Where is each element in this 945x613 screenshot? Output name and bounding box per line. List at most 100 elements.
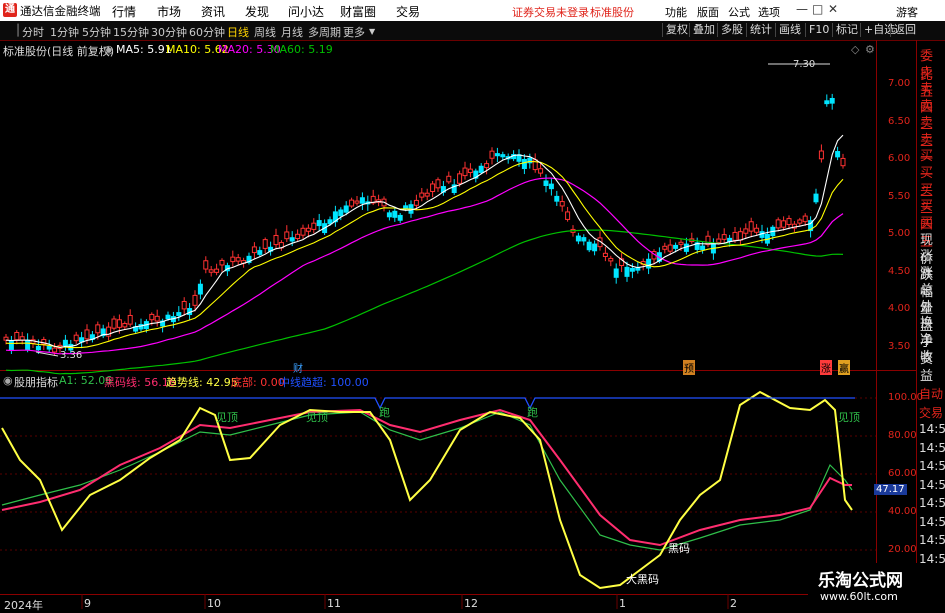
menu-item-faxian[interactable]: 发现: [245, 3, 269, 20]
sub-green-line: [1, 411, 853, 551]
candle-body: [467, 168, 473, 174]
candle-body: [35, 345, 41, 351]
minimize-button[interactable]: —: [796, 2, 808, 16]
candle-body: [754, 227, 760, 233]
candle-body: [181, 300, 187, 310]
price-high-mark: 7.30: [793, 59, 816, 70]
candle-body: [251, 246, 257, 254]
menu-item-gongshi[interactable]: 公式: [728, 4, 750, 20]
mark-jianding-1: 见顶: [216, 411, 238, 424]
candle-body: [192, 294, 198, 306]
candle-body: [484, 163, 490, 169]
candle-body: [46, 345, 52, 350]
candle-body: [667, 244, 673, 252]
candle-body: [165, 314, 171, 320]
gear-icon[interactable]: ⚙: [865, 43, 875, 56]
candle-body: [122, 323, 128, 328]
menu-bar: 通 通达信金融终端 行情 市场 资讯 发现 问小达 财富圈 交易 证券交易未登录…: [0, 0, 945, 22]
price-tick-650: 6.50: [888, 116, 911, 127]
quote-panel-time: 14:56: [919, 496, 945, 510]
toolbar-collapse-icon[interactable]: ▕: [10, 24, 18, 37]
tongji-button[interactable]: 统计: [746, 23, 775, 37]
ma20-line: [5, 177, 844, 355]
candle-body: [559, 201, 565, 207]
indicator-bottom: 底部: 0.00: [231, 376, 285, 389]
price-tick-700: 7.00: [888, 78, 911, 89]
menu-item-hangqing[interactable]: 行情: [112, 3, 136, 20]
watermark-title: 乐淘公式网: [818, 571, 903, 591]
status-stock: 标准股份: [590, 6, 634, 19]
menu-item-banmian[interactable]: 版面: [697, 4, 719, 20]
candle-body: [25, 339, 31, 351]
candle-body: [52, 347, 58, 353]
f10-button[interactable]: F10: [805, 23, 832, 37]
candle-body: [354, 200, 360, 204]
event-tag-yu[interactable]: 预: [683, 360, 695, 375]
menu-item-shichang[interactable]: 市场: [157, 3, 181, 20]
candle-body: [230, 256, 236, 263]
menu-item-caifuquan[interactable]: 财富圈: [340, 3, 376, 20]
candle-body: [624, 266, 630, 277]
kline-chart[interactable]: [0, 40, 945, 609]
candle-body: [748, 221, 754, 232]
candle-body: [478, 165, 484, 173]
sub-settings-icon[interactable]: ◉: [3, 374, 13, 387]
period-30min[interactable]: 30分钟: [151, 24, 187, 40]
period-60min[interactable]: 60分钟: [189, 24, 225, 40]
indicator-mid: 中线趋超: 100.00: [279, 376, 369, 389]
candle-body: [824, 100, 830, 105]
period-monthly[interactable]: 月线: [281, 24, 303, 40]
menu-item-xuanxiang[interactable]: 选项: [758, 4, 780, 20]
more-dropdown-icon[interactable]: ▼: [369, 27, 375, 36]
period-multi[interactable]: 多周期: [308, 24, 341, 40]
indicator-value-box: 47.17: [874, 484, 907, 495]
period-more[interactable]: 更多: [343, 24, 365, 40]
quote-panel-time: 14:56: [919, 514, 945, 529]
candle-body: [538, 168, 544, 174]
guest-label[interactable]: 游客: [896, 4, 918, 20]
candlestick-series: [3, 93, 846, 356]
candle-body: [835, 151, 841, 158]
candle-body: [300, 227, 306, 236]
sub-pink-line: [1, 408, 852, 547]
quote-panel-time: 交易: [919, 405, 944, 420]
period-15min[interactable]: 15分钟: [113, 24, 149, 40]
candle-body: [19, 336, 25, 341]
diejia-button[interactable]: 叠加: [689, 23, 718, 37]
menu-item-zixun[interactable]: 资讯: [201, 3, 225, 20]
period-1min[interactable]: 1分钟: [50, 24, 79, 40]
quote-panel-time: 14:56: [919, 440, 945, 455]
candle-body: [127, 314, 133, 325]
event-tag-zhang[interactable]: 涨: [820, 360, 832, 375]
indicator-name[interactable]: 股朋指标: [14, 374, 58, 390]
candle-body: [62, 339, 68, 347]
period-weekly[interactable]: 周线: [254, 24, 276, 40]
quote-panel-time: 14:56: [919, 533, 945, 547]
candle-body: [565, 211, 571, 220]
candle-body: [430, 183, 436, 192]
period-5min[interactable]: 5分钟: [82, 24, 111, 40]
candle-body: [84, 329, 90, 340]
menu-item-jiaoyi[interactable]: 交易: [396, 3, 420, 20]
fuquan-button[interactable]: 复权: [662, 23, 691, 37]
login-status[interactable]: 证券交易未登录: [512, 4, 589, 20]
biaoji-button[interactable]: 标记: [832, 23, 861, 37]
candle-body: [462, 167, 468, 177]
duogu-button[interactable]: 多股: [717, 23, 746, 37]
event-tag-ying[interactable]: 赢: [838, 360, 850, 375]
x-label-10: 10: [207, 597, 221, 610]
diamond-icon[interactable]: ◇: [851, 43, 859, 56]
back-button[interactable]: 返回: [890, 23, 919, 37]
event-tag-cai[interactable]: 财: [293, 360, 303, 375]
ma-settings-icon[interactable]: ◉: [104, 43, 114, 56]
close-button[interactable]: ✕: [828, 2, 838, 16]
menu-item-gongneng[interactable]: 功能: [665, 4, 687, 20]
menu-item-wenxiaoda[interactable]: 问小达: [288, 3, 324, 20]
maximize-button[interactable]: □: [812, 2, 823, 16]
candle-body: [262, 239, 268, 249]
period-fenshi[interactable]: 分时: [22, 24, 44, 40]
candle-body: [489, 150, 495, 159]
period-daily[interactable]: 日线: [227, 24, 249, 40]
candle-body: [608, 257, 614, 262]
huaxian-button[interactable]: 画线: [775, 23, 804, 37]
